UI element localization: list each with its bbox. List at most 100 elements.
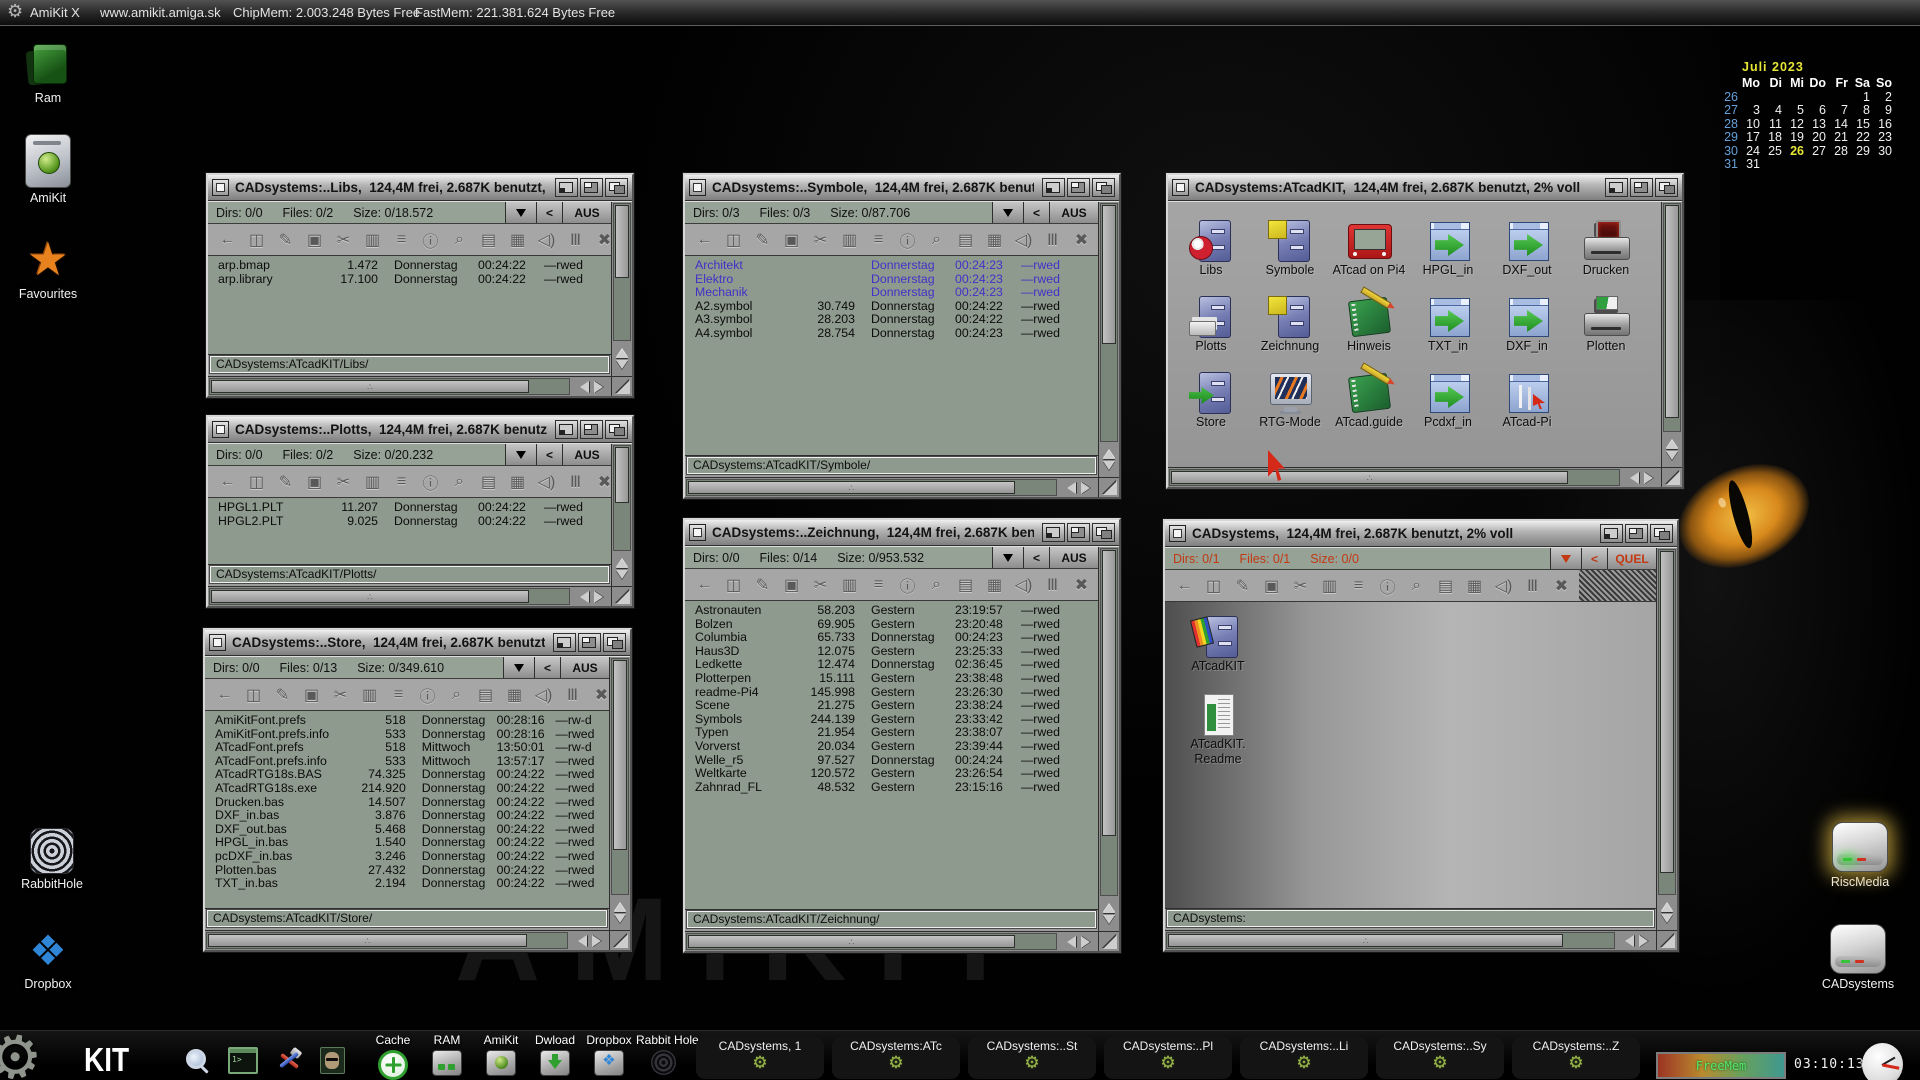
window-zoom-gadget[interactable] [580,178,603,197]
taskbar-window-button[interactable]: CADsystems:..Sy⚙ [1376,1037,1504,1079]
file-row[interactable]: HPGL1.PLT11.207Donnerstag00:24:22—rwed [218,501,611,515]
toolbar-cut-icon[interactable]: ✂ [329,472,358,492]
toolbar-copy-icon[interactable]: ▣ [777,575,806,595]
file-row[interactable]: Columbia65.733Donnerstag00:24:23—rwed [695,631,1098,645]
file-row[interactable]: Vorverst20.034Gestern23:39:44—rwed [695,740,1098,754]
vscroll-thumb[interactable] [615,447,629,503]
resize-handle[interactable] [609,931,630,950]
vscroll-thumb[interactable] [1660,551,1674,873]
file-row[interactable]: Typen21.954Gestern23:38:07—rwed [695,726,1098,740]
scroll-left-button[interactable] [1058,932,1078,951]
scroll-up-button[interactable] [610,896,630,913]
file-row[interactable]: Astronauten58.203Gestern23:19:57—rwed [695,604,1098,618]
hscroll-thumb[interactable] [211,380,529,393]
window-close-gadget[interactable] [209,634,226,651]
taskbar-window-button[interactable]: CADsystems:..Li⚙ [1240,1037,1368,1079]
window-close-gadget[interactable] [689,179,706,196]
path-field[interactable]: CADsystems: [1167,910,1654,927]
file-row[interactable]: AmiKitFont.prefs518Donnerstag00:28:16—rw… [215,714,609,728]
vscroll-track[interactable] [613,203,631,341]
toolbar-sound-icon[interactable]: ◁) [1009,575,1038,595]
taskbar-window-button[interactable]: CADsystems:..Z⚙ [1512,1037,1640,1079]
tools-tray-icon[interactable] [276,1048,302,1073]
toolbar-rename-icon[interactable]: ✎ [271,230,300,250]
scroll-right-button[interactable] [591,587,611,606]
toolbar-delete-icon[interactable]: ✖ [1547,576,1576,596]
window-zoom-gadget[interactable] [1625,524,1648,543]
toolbar-cut-icon[interactable]: ✂ [806,575,835,595]
file-row[interactable]: HPGL2.PLT9.025Donnerstag00:24:22—rwed [218,515,611,529]
window-depth-gadget[interactable] [1650,524,1673,543]
sort-arrow-gadget[interactable] [1550,548,1581,569]
amikit-logo-gear-icon[interactable]: ⚙ [0,1018,48,1080]
toolbar-back-icon[interactable]: ← [1170,577,1199,595]
icon-atcad-pi[interactable]: ATcad-Pi [1488,372,1566,429]
file-row[interactable]: Symbols244.139Gestern23:33:42—rwed [695,713,1098,727]
toolbar-trash-icon[interactable]: Ⅲ [561,230,590,250]
scroll-down-button[interactable] [1657,913,1677,930]
icon-rtg-mode[interactable]: RTG-Mode [1251,372,1329,429]
icon-libs[interactable]: Libs [1172,220,1250,277]
scroll-left-button[interactable] [569,931,589,950]
toolbar-delete-icon[interactable]: ✖ [1067,230,1096,250]
scroll-up-button[interactable] [1099,443,1119,460]
toolbar-grid-view-icon[interactable]: ▦ [503,472,532,492]
vscroll-track[interactable] [1100,548,1118,896]
toolbar-sound-icon[interactable]: ◁) [1009,230,1038,250]
toolbar-details-icon[interactable]: ▤ [474,472,503,492]
toolbar-search-icon[interactable]: ⌕ [922,576,951,594]
desktop-icon-ram[interactable]: Ram [6,42,90,105]
toolbar-back-icon[interactable]: ← [210,686,239,704]
hscroll-track[interactable] [686,479,1057,496]
icon-symbole[interactable]: Symbole [1251,220,1329,277]
scroll-up-button[interactable] [1662,433,1682,450]
toolbar-paste-icon[interactable]: ▥ [358,472,387,492]
icon-atcadkit-[interactable]: ATcadKIT.Readme [1179,694,1257,766]
toolbar-sound-icon[interactable]: ◁) [1489,576,1518,596]
file-row[interactable]: Plotterpen15.111Gestern23:38:48—rwed [695,672,1098,686]
file-row[interactable]: arp.bmap1.472Donnerstag00:24:22—rwed [218,259,611,273]
toolbar-trash-icon[interactable]: Ⅲ [558,685,587,705]
hscroll-track[interactable] [206,932,568,949]
scroll-right-button[interactable] [1636,931,1656,950]
taskbar-window-button[interactable]: CADsystems:ATc⚙ [832,1037,960,1079]
shell-tray-icon[interactable] [228,1047,258,1074]
toolbar-copy-icon[interactable]: ▣ [777,230,806,250]
toolbar-search-icon[interactable]: ⌕ [445,473,474,491]
toolbar-sound-icon[interactable]: ◁) [529,685,558,705]
taskbar-window-button[interactable]: CADsystems:..Pl⚙ [1104,1037,1232,1079]
icon-store[interactable]: Store [1172,372,1250,429]
window-titlebar[interactable]: CADsystems:..Libs, 124,4M frei, 2.687K b… [208,175,632,201]
toolbar-cut-icon[interactable]: ✂ [329,230,358,250]
scroll-down-button[interactable] [1099,460,1119,477]
resize-handle[interactable] [1656,931,1677,950]
toolbar-menu-icon[interactable]: ≡ [384,686,413,704]
icon-dxf-out[interactable]: DXF_out [1488,220,1566,277]
window-close-gadget[interactable] [212,179,229,196]
file-row[interactable]: Bolzen69.905Gestern23:20:48—rwed [695,618,1098,632]
parent-dir-gadget[interactable]: < [536,202,562,223]
hscroll-thumb[interactable] [1168,934,1563,947]
dock-item-cache[interactable]: Cache [366,1033,420,1080]
file-row[interactable]: DXF_out.bas5.468Donnerstag00:24:22—rwed [215,823,609,837]
toolbar-trash-icon[interactable]: Ⅲ [1038,230,1067,250]
toolbar-menu-icon[interactable]: ≡ [387,231,416,249]
scroll-down-button[interactable] [1099,914,1119,931]
toolbar-paste-icon[interactable]: ▥ [358,230,387,250]
window-iconify-gadget[interactable] [555,420,578,439]
scroll-down-button[interactable] [612,569,632,586]
file-row[interactable]: Haus3D12.075Gestern23:25:33—rwed [695,645,1098,659]
file-row[interactable]: ATcadRTG18s.exe214.920Donnerstag00:24:22… [215,782,609,796]
window-iconify-gadget[interactable] [555,178,578,197]
toolbar-paste-icon[interactable]: ▥ [1315,576,1344,596]
path-field[interactable]: CADsystems:ATcadKIT/Plotts/ [210,566,609,583]
toolbar-info-icon[interactable]: ⓘ [416,470,445,494]
file-row[interactable]: A4.symbol28.754Donnerstag00:24:23—rwed [695,327,1098,341]
resize-handle[interactable] [1661,468,1682,487]
window-zoom-gadget[interactable] [1067,178,1090,197]
matrix-tray-icon[interactable] [320,1047,345,1074]
file-row[interactable]: Welle_r597.527Donnerstag00:24:24—rwed [695,754,1098,768]
toolbar-search-icon[interactable]: ⌕ [922,231,951,249]
icon-atcadkit[interactable]: ATcadKIT [1179,616,1257,673]
vscroll-track[interactable] [611,658,629,895]
